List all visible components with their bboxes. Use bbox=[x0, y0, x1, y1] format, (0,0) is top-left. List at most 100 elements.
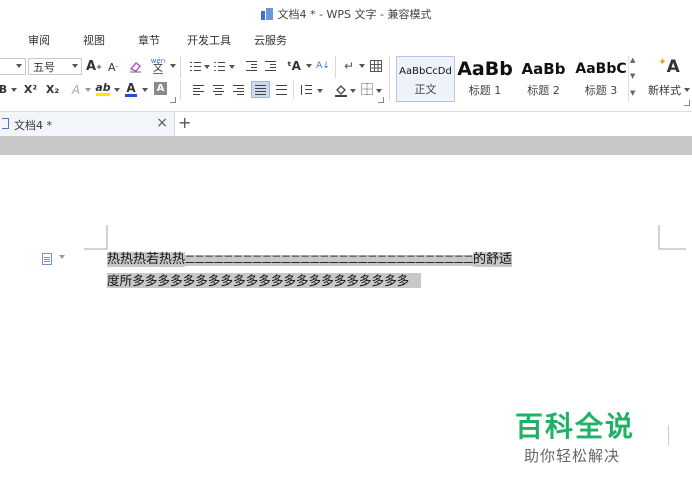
paint-bucket-icon bbox=[334, 84, 347, 97]
phonetic-dropdown-icon[interactable] bbox=[170, 64, 176, 68]
change-case-icon: ᵗA bbox=[287, 59, 301, 73]
chevron-down-icon[interactable] bbox=[114, 88, 120, 92]
chevron-down-icon bbox=[16, 64, 22, 68]
new-tab-icon[interactable]: + bbox=[178, 113, 191, 132]
distributed-align-icon[interactable] bbox=[276, 85, 287, 95]
new-style-label-button[interactable]: 新样式 bbox=[646, 83, 692, 97]
style-heading-2[interactable]: AaBb 标题 2 bbox=[515, 56, 572, 102]
page-corner-mark-right bbox=[658, 225, 686, 250]
change-case-button[interactable]: ᵗA bbox=[284, 57, 304, 75]
new-style-label: 新样式 bbox=[648, 84, 681, 97]
chevron-down-icon bbox=[684, 88, 690, 92]
chevron-down-icon[interactable] bbox=[376, 89, 382, 93]
tab-cloud-service[interactable]: 云服务 bbox=[254, 32, 287, 48]
scroll-down-icon[interactable]: ▼ bbox=[630, 72, 635, 80]
gallery-expand-icon[interactable]: ▼ bbox=[630, 89, 635, 97]
borders-button[interactable] bbox=[360, 82, 373, 95]
shrink-font-icon: A bbox=[107, 60, 116, 74]
divider bbox=[389, 56, 390, 101]
phonetic-guide-button[interactable]: wén 文 bbox=[148, 55, 168, 75]
page-corner-mark-left bbox=[84, 225, 108, 250]
paragraph-dialog-launcher-icon[interactable] bbox=[378, 97, 384, 103]
bold-button[interactable]: B bbox=[0, 81, 8, 98]
title-bar: 文档4 * - WPS 文字 - 兼容模式 bbox=[0, 0, 692, 28]
chevron-down-icon[interactable] bbox=[59, 255, 65, 259]
document-text-line-2[interactable]: 度所多多多多多多多多多多多多多多多多多多多多多多 bbox=[107, 272, 422, 290]
tab-section[interactable]: 章节 bbox=[138, 32, 160, 48]
phonetic-char-icon: 文 bbox=[153, 62, 163, 74]
text-effect-button[interactable]: A bbox=[69, 81, 83, 98]
clear-format-button[interactable] bbox=[128, 58, 142, 75]
align-right-icon[interactable] bbox=[233, 85, 244, 95]
chevron-down-icon[interactable] bbox=[317, 89, 323, 93]
subscript-button[interactable]: X₂ bbox=[44, 81, 61, 98]
new-style-icon: ✦A bbox=[658, 57, 680, 77]
menu-bar: 审阅 视图 章节 开发工具 云服务 bbox=[0, 28, 692, 50]
numbered-list-icon[interactable] bbox=[214, 61, 225, 71]
paragraph-layout-icon[interactable] bbox=[42, 253, 52, 265]
document-icon bbox=[2, 118, 9, 129]
sort-button[interactable]: A↓ bbox=[316, 57, 330, 75]
chevron-down-icon[interactable] bbox=[85, 88, 91, 92]
text-effect-icon: A bbox=[71, 82, 81, 97]
new-style-button[interactable]: ✦A bbox=[654, 56, 684, 78]
chevron-down-icon[interactable] bbox=[229, 65, 235, 69]
shading-button[interactable] bbox=[333, 81, 348, 98]
superscript-icon: X² bbox=[23, 83, 38, 96]
chevron-down-icon[interactable] bbox=[142, 88, 148, 92]
style-label: 正文 bbox=[414, 83, 437, 96]
superscript-button[interactable]: X² bbox=[22, 81, 39, 98]
style-label: 标题 3 bbox=[584, 84, 618, 97]
table-button[interactable] bbox=[369, 57, 383, 74]
show-marks-button[interactable]: ↵ bbox=[342, 57, 356, 75]
document-text-line-1[interactable]: 热热热若热热二二二二二二二二二二二二二二二二二二二二二二二二二二二二二二的舒适 bbox=[107, 251, 513, 269]
style-heading-3[interactable]: AaBbC 标题 3 bbox=[573, 56, 629, 102]
shrink-font-button[interactable]: A- bbox=[106, 59, 120, 75]
divider bbox=[180, 56, 181, 78]
chevron-down-icon[interactable] bbox=[306, 64, 312, 68]
decrease-indent-icon[interactable] bbox=[246, 61, 257, 71]
tab-developer-tools[interactable]: 开发工具 bbox=[187, 32, 231, 48]
font-dialog-launcher-icon[interactable] bbox=[170, 97, 176, 103]
font-size-value: 五号 bbox=[33, 60, 55, 74]
font-color-icon: A bbox=[126, 80, 136, 95]
paragraph-mark-icon: ↵ bbox=[343, 59, 355, 73]
tab-review[interactable]: 审阅 bbox=[28, 32, 50, 48]
style-gallery-scroller[interactable]: ▲ ▼ ▼ bbox=[628, 56, 638, 102]
style-normal[interactable]: AaBbCcDd 正文 bbox=[396, 56, 455, 102]
scroll-up-icon[interactable]: ▲ bbox=[630, 56, 635, 64]
eraser-icon bbox=[129, 62, 141, 73]
close-icon[interactable]: × bbox=[156, 115, 168, 131]
styles-dialog-launcher-icon[interactable] bbox=[684, 100, 690, 106]
grow-font-icon: A bbox=[86, 59, 97, 74]
ruler-area bbox=[0, 136, 692, 155]
chevron-down-icon bbox=[72, 64, 78, 68]
chevron-down-icon[interactable] bbox=[204, 65, 210, 69]
align-left-icon[interactable] bbox=[193, 85, 204, 95]
bullet-list-icon[interactable] bbox=[190, 61, 201, 71]
align-justify-icon bbox=[255, 85, 266, 95]
increase-indent-icon[interactable] bbox=[265, 61, 276, 71]
grow-font-button[interactable]: A + bbox=[86, 58, 102, 75]
justify-button[interactable] bbox=[251, 81, 270, 98]
style-label: 标题 2 bbox=[527, 84, 560, 97]
font-name-select[interactable] bbox=[0, 58, 26, 75]
style-heading-1[interactable]: AaBb 标题 1 bbox=[456, 56, 514, 102]
bold-icon: B bbox=[0, 83, 8, 96]
divider bbox=[180, 80, 181, 100]
watermark-logo-text: 百科全说 bbox=[515, 410, 636, 443]
tab-view[interactable]: 视图 bbox=[83, 32, 105, 48]
char-shading-button[interactable]: A bbox=[154, 82, 167, 95]
chevron-down-icon[interactable] bbox=[359, 64, 365, 68]
style-preview: AaBb bbox=[457, 58, 513, 80]
chevron-down-icon[interactable] bbox=[11, 88, 17, 92]
divider bbox=[668, 425, 669, 445]
align-center-icon[interactable] bbox=[213, 85, 224, 95]
highlight-button[interactable]: ab bbox=[94, 80, 112, 98]
subscript-icon: X₂ bbox=[45, 83, 60, 96]
document-tab[interactable]: 文档4 * × bbox=[0, 112, 175, 136]
font-color-button[interactable]: A bbox=[124, 80, 138, 98]
line-spacing-icon[interactable] bbox=[301, 85, 312, 95]
chevron-down-icon[interactable] bbox=[350, 89, 356, 93]
font-size-select[interactable]: 五号 bbox=[28, 58, 82, 75]
